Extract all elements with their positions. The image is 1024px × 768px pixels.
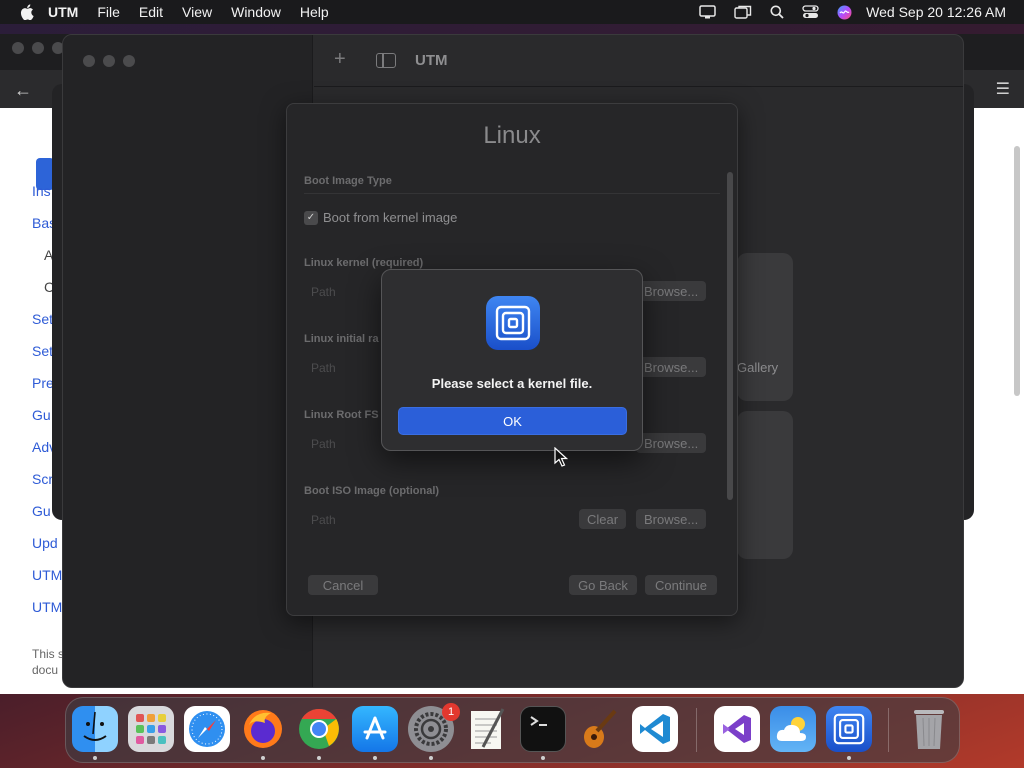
boot-from-kernel-row[interactable]: ✓ Boot from kernel image — [304, 210, 457, 225]
sidebar-toggle-icon[interactable] — [376, 53, 396, 68]
running-indicator — [261, 756, 265, 760]
menu-help[interactable]: Help — [300, 4, 329, 20]
utm-window-title: UTM — [415, 52, 448, 69]
apple-logo-icon[interactable] — [20, 4, 34, 20]
menu-bar: UTM File Edit View Window Help Wed Sep 2… — [0, 0, 1024, 24]
cancel-button[interactable]: Cancel — [308, 575, 378, 595]
minimize-window-button[interactable] — [103, 55, 115, 67]
doc-nav-link[interactable]: Upd — [32, 535, 58, 551]
ok-button[interactable]: OK — [398, 407, 627, 435]
dock: 1 — [65, 697, 960, 763]
kernel-browse-button[interactable]: Browse... — [636, 281, 707, 301]
running-indicator — [541, 756, 545, 760]
dock-separator — [888, 708, 889, 752]
doc-note-line: This s — [32, 647, 65, 661]
continue-button[interactable]: Continue — [645, 575, 717, 595]
menubar-clock[interactable]: Wed Sep 20 12:26 AM — [866, 4, 1006, 20]
menu-window[interactable]: Window — [231, 4, 281, 20]
menu-icon[interactable]: ☰ — [996, 79, 1010, 99]
display-icon[interactable] — [699, 5, 716, 19]
notification-badge: 1 — [442, 703, 460, 721]
dock-garageband-icon[interactable] — [576, 706, 622, 752]
boot-from-kernel-checkbox[interactable]: ✓ — [304, 210, 318, 225]
running-indicator — [847, 756, 851, 760]
doc-nav-link[interactable]: Gu — [32, 503, 51, 519]
dock-utm-icon[interactable] — [826, 706, 872, 752]
kernel-alert-dialog: Please select a kernel file. OK — [381, 269, 643, 451]
section-divider — [304, 193, 720, 194]
back-arrow-icon[interactable]: ← — [14, 80, 32, 101]
menu-app-name[interactable]: UTM — [48, 4, 78, 20]
iso-browse-button[interactable]: Browse... — [636, 509, 707, 529]
alert-message: Please select a kernel file. — [431, 376, 593, 391]
boot-image-type-label: Boot Image Type — [304, 175, 392, 187]
doc-nav-link[interactable]: Ins — [32, 183, 51, 199]
doc-nav-link[interactable]: Gu — [32, 407, 51, 423]
mouse-cursor-icon — [554, 447, 568, 467]
menu-view[interactable]: View — [182, 4, 212, 20]
dock-terminal-icon[interactable] — [520, 706, 566, 752]
gallery-tile-label: Gallery — [737, 360, 779, 375]
utm-sidebar — [63, 35, 313, 687]
dock-weather-icon[interactable] — [770, 706, 816, 752]
iso-clear-button[interactable]: Clear — [579, 509, 627, 529]
dock-trash-icon[interactable] — [906, 706, 952, 752]
background-scrollbar[interactable] — [1014, 146, 1020, 396]
menu-edit[interactable]: Edit — [139, 4, 163, 20]
control-center-icon[interactable] — [802, 5, 819, 19]
root-fs-path-field[interactable]: Path — [311, 437, 336, 451]
boot-from-kernel-label: Boot from kernel image — [323, 210, 458, 225]
dock-visual-studio-icon[interactable] — [714, 706, 760, 752]
dock-textedit-icon[interactable] — [464, 706, 510, 752]
kernel-path-field[interactable]: Path — [311, 285, 336, 299]
utm-app-icon — [486, 296, 540, 350]
zoom-window-button[interactable] — [123, 55, 135, 67]
sheet-title: Linux — [483, 122, 541, 149]
iso-path-field[interactable]: Path — [311, 513, 336, 527]
boot-iso-label: Boot ISO Image (optional) — [304, 485, 440, 497]
background-traffic-lights — [12, 42, 64, 54]
dock-separator — [696, 708, 697, 752]
running-indicator — [429, 756, 433, 760]
go-back-button[interactable]: Go Back — [569, 575, 637, 595]
doc-nav-link[interactable]: Scr — [32, 471, 53, 487]
root-fs-label: Linux Root FS — [304, 409, 379, 421]
doc-nav-link[interactable]: Set — [32, 311, 53, 327]
dock-chrome-icon[interactable] — [296, 706, 342, 752]
screen-mirroring-icon[interactable] — [734, 5, 752, 19]
sheet-scrollbar[interactable] — [727, 172, 733, 500]
doc-nav-link[interactable]: Set — [32, 343, 53, 359]
running-indicator — [93, 756, 97, 760]
menu-file[interactable]: File — [97, 4, 120, 20]
support-tile[interactable] — [737, 411, 793, 559]
running-indicator — [373, 756, 377, 760]
dock-safari-icon[interactable] — [184, 706, 230, 752]
doc-nav-link[interactable]: UTM — [32, 599, 62, 615]
running-indicator — [317, 756, 321, 760]
utm-traffic-lights — [83, 55, 135, 67]
dock-launchpad-icon[interactable] — [128, 706, 174, 752]
dock-finder-icon[interactable] — [72, 706, 118, 752]
gallery-tile[interactable] — [737, 253, 793, 401]
siri-icon[interactable] — [837, 5, 852, 20]
ramdisk-browse-button[interactable]: Browse... — [636, 357, 707, 377]
utm-toolbar: + UTM — [314, 35, 963, 87]
dock-app-store-icon[interactable] — [352, 706, 398, 752]
close-window-button[interactable] — [83, 55, 95, 67]
spotlight-search-icon[interactable] — [770, 5, 784, 19]
doc-nav-link[interactable]: UTM — [32, 567, 62, 583]
add-vm-icon[interactable]: + — [334, 48, 346, 71]
doc-nav-link[interactable]: Pre — [32, 375, 54, 391]
initial-ramdisk-label: Linux initial ra — [304, 333, 379, 345]
kernel-section-label: Linux kernel (required) — [304, 257, 424, 269]
dock-vscode-icon[interactable] — [632, 706, 678, 752]
dock-firefox-icon[interactable] — [240, 706, 286, 752]
doc-note-line: docu — [32, 663, 59, 677]
ramdisk-path-field[interactable]: Path — [311, 361, 336, 375]
root-fs-browse-button[interactable]: Browse... — [636, 433, 707, 453]
